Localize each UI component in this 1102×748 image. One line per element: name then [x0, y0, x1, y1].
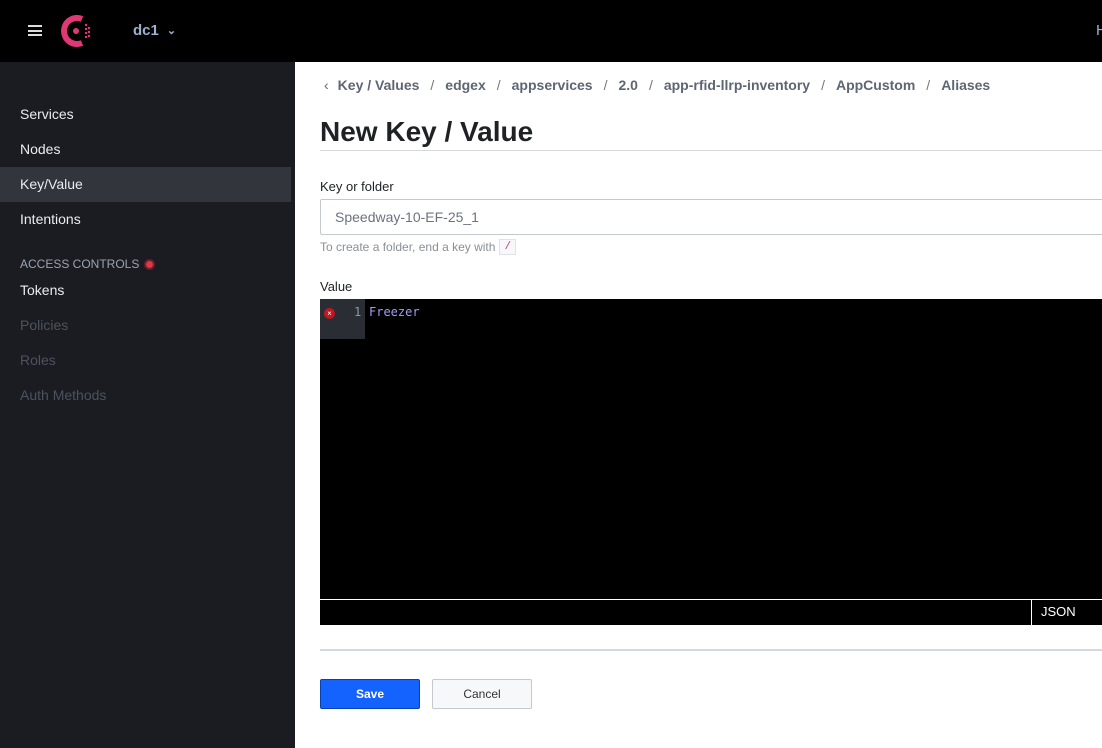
datacenter-dropdown[interactable]: dc1 ⌄ — [133, 22, 176, 39]
breadcrumb-separator: / — [496, 77, 501, 93]
help-text: To create a folder, end a key with — [320, 240, 496, 254]
breadcrumb-separator: / — [648, 77, 653, 93]
breadcrumb-item[interactable]: 2.0 — [618, 77, 637, 93]
menu-icon[interactable] — [28, 25, 42, 36]
section-label: ACCESS CONTROLS — [20, 257, 140, 271]
sidebar-item-nodes[interactable]: Nodes — [0, 132, 291, 167]
sidebar-item-policies: Policies — [20, 317, 69, 333]
value-label: Value — [320, 279, 353, 294]
editor-line[interactable]: Freezer — [369, 305, 420, 319]
breadcrumb-item[interactable]: app-rfid-llrp-inventory — [664, 77, 810, 93]
divider — [320, 649, 1102, 651]
breadcrumb-item[interactable]: appservices — [512, 77, 593, 93]
save-button[interactable]: Save — [320, 679, 420, 709]
sidebar: Services Nodes Key/Value Intentions ACCE… — [0, 62, 295, 748]
datacenter-label: dc1 — [133, 22, 159, 39]
breadcrumb-separator: / — [430, 77, 435, 93]
error-icon: × — [324, 308, 335, 319]
key-label: Key or folder — [320, 179, 394, 194]
breadcrumb-item[interactable]: AppCustom — [836, 77, 915, 93]
chevron-down-icon: ⌄ — [166, 25, 177, 37]
breadcrumb: ‹ Key / Values / edgex / appservices / 2.0 /… — [324, 77, 990, 93]
breadcrumb-item[interactable]: Key / Values — [338, 77, 420, 93]
divider — [320, 150, 1102, 151]
status-dot-icon — [144, 258, 156, 270]
sidebar-item-auth-methods: Auth Methods — [20, 387, 107, 403]
sidebar-item-services[interactable]: Services — [0, 97, 291, 132]
breadcrumb-item[interactable]: edgex — [445, 77, 485, 93]
top-bar: dc1 ⌄ H — [0, 0, 1102, 62]
breadcrumb-item[interactable]: Aliases — [941, 77, 990, 93]
editor-statusbar: JSON — [320, 599, 1102, 625]
value-editor[interactable]: × 1 Freezer — [320, 299, 1102, 599]
sidebar-item-tokens[interactable]: Tokens — [0, 273, 291, 308]
editor-gutter: × 1 — [320, 299, 365, 339]
key-help: To create a folder, end a key with / — [320, 239, 517, 255]
key-input[interactable]: Speedway-10-EF-25_1 — [320, 199, 1102, 235]
sidebar-item-intentions[interactable]: Intentions — [0, 202, 291, 237]
sidebar-item-roles: Roles — [20, 352, 56, 368]
page-title: New Key / Value — [320, 116, 534, 147]
breadcrumb-separator: / — [926, 77, 931, 93]
breadcrumb-separator: / — [821, 77, 825, 93]
help-menu[interactable]: H — [1096, 22, 1102, 39]
access-controls-heading: ACCESS CONTROLS — [20, 257, 156, 271]
editor-mode-select[interactable]: JSON — [1031, 600, 1076, 625]
cancel-button[interactable]: Cancel — [432, 679, 532, 709]
consul-logo-icon[interactable] — [60, 13, 96, 49]
sidebar-item-key-value[interactable]: Key/Value — [0, 167, 291, 202]
chevron-left-icon: ‹ — [324, 77, 329, 93]
help-code: / — [499, 239, 517, 255]
breadcrumb-separator: / — [603, 77, 608, 93]
line-number: 1 — [354, 305, 362, 319]
